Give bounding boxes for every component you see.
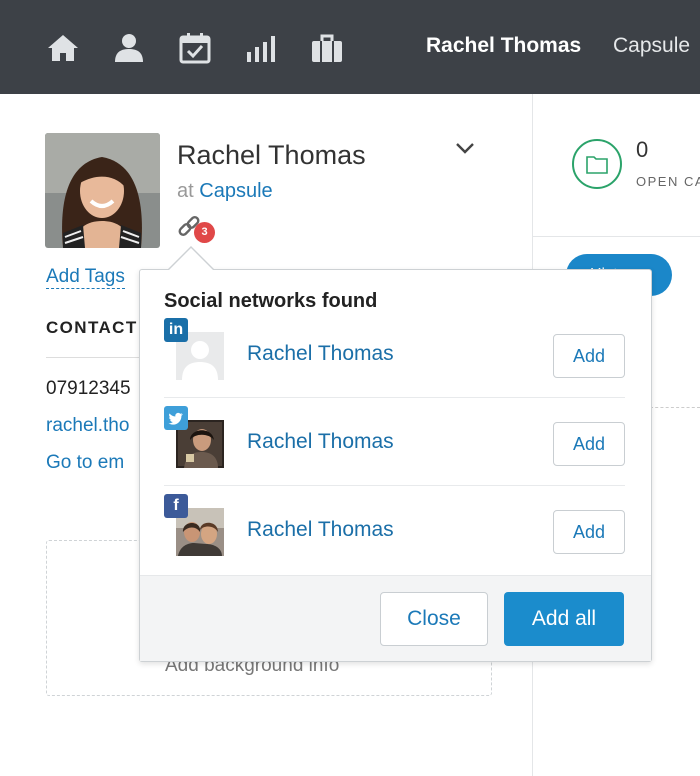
popover-arrow-fill xyxy=(168,248,214,271)
social-count-badge: 3 xyxy=(194,222,215,243)
briefcase-icon[interactable] xyxy=(309,30,345,66)
go-to-email-link[interactable]: Go to em xyxy=(46,452,124,474)
company-link[interactable]: Capsule xyxy=(199,180,272,202)
person-icon[interactable] xyxy=(111,30,147,66)
network-row-linkedin: in Rachel Thomas Add xyxy=(140,310,653,398)
at-prefix: at xyxy=(177,180,194,202)
open-cases-icon[interactable] xyxy=(572,139,622,189)
email-link[interactable]: rachel.tho xyxy=(46,415,129,437)
twitter-bird-icon xyxy=(164,406,188,430)
contact-divider xyxy=(46,357,146,358)
popover-footer: Close Add all xyxy=(140,575,651,661)
add-linkedin-button[interactable]: Add xyxy=(553,334,625,378)
facebook-icon: f xyxy=(164,494,188,518)
home-icon[interactable] xyxy=(45,30,81,66)
add-twitter-button[interactable]: Add xyxy=(553,422,625,466)
avatar[interactable] xyxy=(45,133,160,248)
open-cases-count: 0 xyxy=(636,137,649,162)
network-profile-name[interactable]: Rachel Thomas xyxy=(247,518,394,542)
nav-company-name[interactable]: Capsule xyxy=(613,34,690,58)
add-tags-link[interactable]: Add Tags xyxy=(46,266,125,289)
signal-bars-icon[interactable] xyxy=(243,30,279,66)
network-profile-name[interactable]: Rachel Thomas xyxy=(247,430,394,454)
nav-user-name[interactable]: Rachel Thomas xyxy=(426,34,581,58)
contact-heading: CONTACT xyxy=(46,318,138,337)
right-divider xyxy=(533,236,700,237)
close-button[interactable]: Close xyxy=(380,592,488,646)
calendar-check-icon[interactable] xyxy=(177,30,213,66)
party-name: Rachel Thomas xyxy=(177,140,366,170)
network-row-facebook: f Rachel Thomas Add xyxy=(140,486,653,574)
social-networks-popover: Social networks found in Rachel Thomas A… xyxy=(139,269,652,662)
chevron-down-icon[interactable] xyxy=(454,137,476,159)
phone-number: 07912345 xyxy=(46,378,131,399)
network-row-twitter: Rachel Thomas Add xyxy=(140,398,653,486)
add-all-button[interactable]: Add all xyxy=(504,592,624,646)
network-profile-name[interactable]: Rachel Thomas xyxy=(247,342,394,366)
party-organisation: at Capsule xyxy=(177,180,273,203)
add-facebook-button[interactable]: Add xyxy=(553,510,625,554)
open-cases-label: OPEN CA xyxy=(636,174,700,189)
linkedin-icon: in xyxy=(164,318,188,342)
top-nav-bar: Rachel Thomas Capsule xyxy=(0,0,700,94)
right-dashed-box xyxy=(650,312,700,408)
